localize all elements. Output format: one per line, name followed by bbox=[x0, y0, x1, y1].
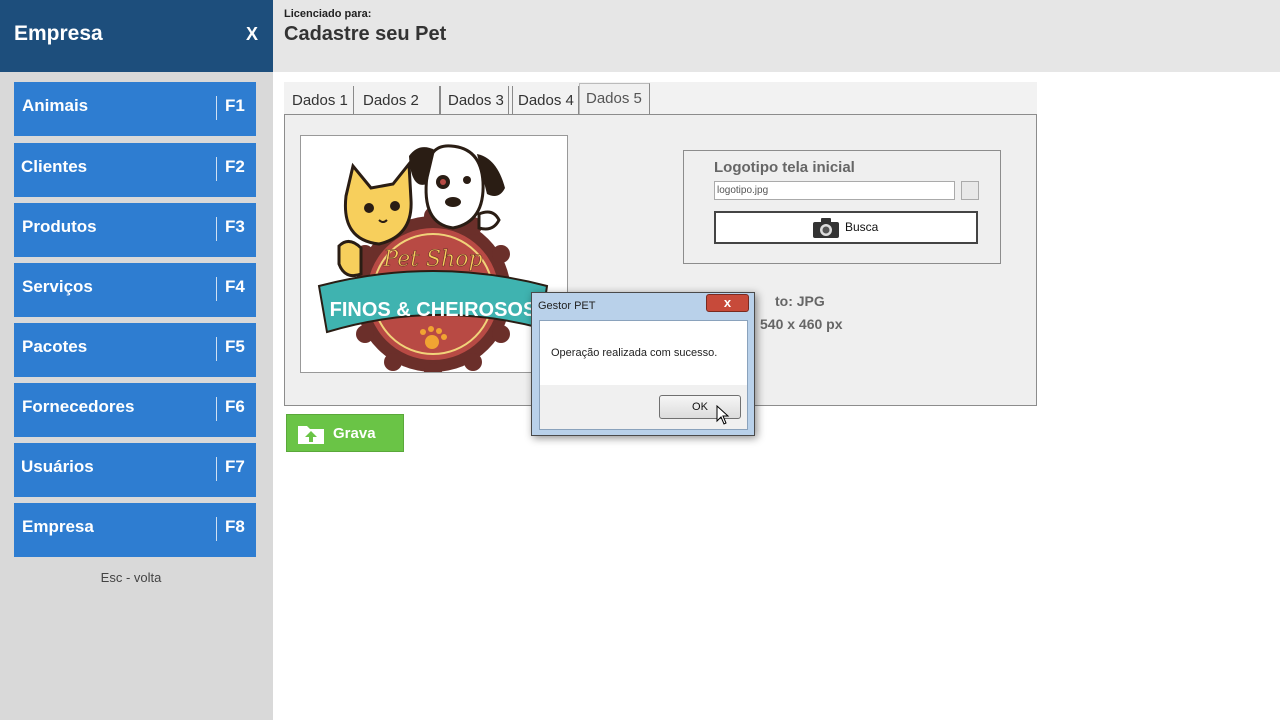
header: Licenciado para: Cadastre seu Pet bbox=[273, 0, 1280, 72]
grava-button[interactable]: Grava bbox=[286, 414, 404, 452]
sidebar-header: Empresa X bbox=[0, 0, 273, 72]
menu-separator bbox=[216, 277, 217, 301]
menu-item-shortcut: F8 bbox=[225, 517, 245, 536]
upload-folder-icon bbox=[298, 426, 324, 444]
dialog-close-button[interactable]: x bbox=[706, 294, 749, 312]
brand-banner-text: FINOS & CHEIROSOS bbox=[330, 299, 537, 321]
tab-dados-3[interactable]: Dados 3 bbox=[440, 86, 509, 114]
menu-separator bbox=[216, 157, 217, 181]
browse-button[interactable] bbox=[961, 181, 979, 200]
logo-preview: Pet Shop FINOS & CHEIROSOS bbox=[300, 135, 568, 373]
menu-item-produtos[interactable]: Produtos F3 bbox=[14, 203, 256, 257]
brand-top-text: Pet Shop bbox=[382, 247, 482, 272]
tab-dados-1[interactable]: Dados 1 bbox=[288, 86, 354, 114]
menu-item-usuarios[interactable]: Usuários F7 bbox=[14, 443, 256, 497]
tab-dados-2[interactable]: Dados 2 bbox=[358, 86, 440, 114]
menu-item-label: Produtos bbox=[22, 217, 97, 236]
menu-item-clientes[interactable]: Clientes F2 bbox=[14, 143, 256, 197]
menu-item-shortcut: F5 bbox=[225, 337, 245, 356]
menu-separator bbox=[216, 397, 217, 421]
logo-file-input[interactable] bbox=[714, 181, 955, 200]
menu-separator bbox=[216, 457, 217, 481]
tab-strip: Dados 1 Dados 2 Dados 3 Dados 4 Dados 5 bbox=[284, 82, 1037, 114]
menu-item-servicos[interactable]: Serviços F4 bbox=[14, 263, 256, 317]
menu-item-label: Clientes bbox=[21, 157, 88, 176]
pet-shop-logo: Pet Shop FINOS & CHEIROSOS bbox=[317, 144, 549, 372]
esc-hint: Esc - volta bbox=[100, 570, 162, 585]
menu-item-label: Fornecedores bbox=[22, 397, 135, 416]
menu-item-shortcut: F3 bbox=[225, 217, 245, 236]
menu-item-label: Empresa bbox=[22, 517, 94, 536]
menu-item-shortcut: F1 bbox=[225, 96, 245, 115]
menu-item-label: Usuários bbox=[21, 457, 94, 476]
mouse-cursor-icon bbox=[716, 405, 730, 425]
page-title: Cadastre seu Pet bbox=[284, 23, 447, 45]
dialog-message-area: Operação realizada com sucesso. bbox=[540, 321, 747, 385]
menu-item-fornecedores[interactable]: Fornecedores F6 bbox=[14, 383, 256, 437]
menu-item-label: Serviços bbox=[22, 277, 93, 296]
menu-item-shortcut: F7 bbox=[225, 457, 245, 476]
sidebar: Empresa X Animais F1 Clientes F2 Produto… bbox=[0, 0, 273, 720]
close-sidebar-button[interactable]: X bbox=[246, 24, 258, 45]
menu-separator bbox=[216, 337, 217, 361]
tab-dados-4[interactable]: Dados 4 bbox=[512, 86, 579, 114]
menu-separator bbox=[216, 517, 217, 541]
menu-item-shortcut: F2 bbox=[225, 157, 245, 176]
camera-icon bbox=[813, 218, 839, 238]
menu-item-animais[interactable]: Animais F1 bbox=[14, 82, 256, 136]
busca-label: Busca bbox=[845, 220, 879, 234]
menu-item-empresa[interactable]: Empresa F8 bbox=[14, 503, 256, 557]
busca-button[interactable]: Busca bbox=[714, 211, 978, 244]
grava-label: Grava bbox=[333, 425, 376, 442]
sidebar-title: Empresa bbox=[14, 22, 103, 45]
logo-group: Logotipo tela inicial Busca bbox=[683, 150, 1001, 264]
size-info: 540 x 460 px bbox=[760, 316, 843, 332]
menu-separator bbox=[216, 217, 217, 241]
dialog-title: Gestor PET bbox=[538, 300, 596, 312]
menu-separator bbox=[216, 96, 217, 120]
license-label: Licenciado para: bbox=[284, 8, 372, 20]
group-title: Logotipo tela inicial bbox=[714, 159, 855, 176]
menu-item-shortcut: F6 bbox=[225, 397, 245, 416]
menu-item-shortcut: F4 bbox=[225, 277, 245, 296]
menu-item-label: Animais bbox=[22, 96, 89, 115]
menu-item-pacotes[interactable]: Pacotes F5 bbox=[14, 323, 256, 377]
format-info: to: JPG bbox=[775, 293, 825, 309]
dialog-message: Operação realizada com sucesso. bbox=[551, 347, 718, 359]
tab-dados-5[interactable]: Dados 5 bbox=[579, 83, 650, 114]
menu-item-label: Pacotes bbox=[22, 337, 88, 356]
